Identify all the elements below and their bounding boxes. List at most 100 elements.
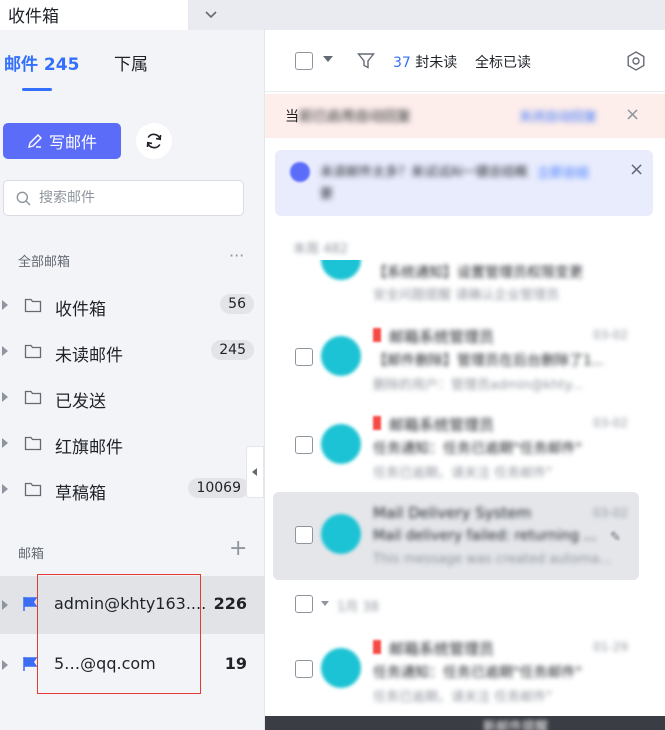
- group-header-month: 1月 38: [337, 600, 379, 615]
- expand-caret-icon[interactable]: [2, 392, 8, 402]
- mail-checkbox[interactable]: [295, 436, 313, 454]
- mail-date: 03-02: [593, 328, 628, 342]
- caret-left-icon: [252, 468, 257, 476]
- mail-item[interactable]: Mail Delivery System 03-02 Mail delivery…: [273, 492, 639, 580]
- ai-banner-text: 未读邮件太多？来试试AI一键总结概要: [320, 165, 528, 202]
- tab-subordinate[interactable]: 下属: [114, 50, 148, 75]
- bottom-taskbar-strip: 新邮件提醒: [265, 716, 665, 730]
- folder-name: 已发送: [55, 392, 106, 412]
- select-all-checkbox[interactable]: [295, 52, 313, 70]
- flag-icon: [23, 597, 38, 611]
- mail-preview: 删除的用户：管理员admin@khty...: [373, 378, 583, 393]
- group-checkbox[interactable]: [295, 595, 313, 613]
- mail-date: 01-29: [593, 640, 628, 654]
- folder-unread[interactable]: 未读邮件 245: [0, 332, 265, 372]
- expand-caret-icon[interactable]: [2, 484, 8, 494]
- folder-count-badge: 56: [220, 294, 254, 314]
- mail-date: 03-02: [593, 416, 628, 430]
- notice-blurred-text: 前已启用自动回复: [299, 109, 411, 125]
- mail-subject: Mail delivery failed: returning ...: [373, 528, 597, 544]
- notice-prefix: 当: [285, 109, 299, 125]
- avatar: [321, 514, 361, 554]
- close-icon[interactable]: ×: [629, 159, 644, 180]
- ai-summary-banner: 未读邮件太多？来试试AI一键总结概要 立即总结 ×: [275, 150, 653, 216]
- chevron-down-icon[interactable]: [202, 5, 220, 23]
- mail-sender: Mail Delivery System: [373, 504, 532, 522]
- mail-subject: 任务通知：任务已逾期"任务邮件": [373, 665, 582, 681]
- folder-icon: [24, 298, 42, 313]
- compose-button[interactable]: 写邮件: [3, 123, 121, 159]
- close-icon[interactable]: ×: [625, 104, 640, 125]
- folder-name: 草稿箱: [55, 484, 106, 504]
- group-collapse-icon[interactable]: [321, 601, 329, 606]
- important-flag-icon: [373, 328, 381, 342]
- folder-count-badge: 10069: [188, 478, 249, 498]
- expand-caret-icon[interactable]: [2, 438, 8, 448]
- sidebar-tabs: 邮件 245 下属: [0, 50, 265, 90]
- avatar: [321, 336, 361, 376]
- tab-inbox[interactable]: 收件箱: [0, 0, 188, 30]
- tab-mail[interactable]: 邮件 245: [4, 50, 79, 75]
- mail-toolbar: 37 封未读 全标已读: [265, 30, 665, 92]
- folder-flagged[interactable]: 红旗邮件: [0, 424, 265, 464]
- account-item-qq[interactable]: 5…@qq.com 19: [0, 636, 265, 694]
- settings-icon[interactable]: [625, 50, 647, 72]
- window-tabstrip: 收件箱: [0, 0, 665, 30]
- mark-all-read-button[interactable]: 全标已读: [475, 52, 531, 72]
- mail-preview: This message was created automa...: [373, 552, 612, 567]
- mail-subject: 任务通知：任务已逾期"任务邮件": [373, 441, 582, 457]
- flag-icon: [23, 657, 38, 671]
- ai-summary-link[interactable]: 立即总结: [537, 162, 589, 181]
- add-account-icon[interactable]: +: [229, 536, 247, 561]
- group-header-week: 本周 482: [293, 242, 348, 257]
- mail-preview: 任务已逾期，请关注 任务邮件": [373, 690, 553, 705]
- ai-icon: [290, 162, 310, 182]
- mail-item[interactable]: 邮箱系统管理员 03-02 【邮件删除】管理员在后台删除了1... 删除的用户：…: [273, 314, 639, 402]
- mail-checkbox[interactable]: [295, 660, 313, 678]
- more-options-icon[interactable]: ···: [229, 246, 244, 265]
- filter-icon[interactable]: [357, 52, 375, 70]
- pin-icon[interactable]: ✎: [610, 530, 621, 545]
- mail-checkbox[interactable]: [295, 348, 313, 366]
- refresh-button[interactable]: [136, 123, 172, 159]
- account-unread-count: 226: [213, 594, 247, 613]
- folder-icon: [24, 482, 42, 497]
- sidebar: 邮件 245 下属 写邮件 全部邮箱 ··· 收件箱 56: [0, 30, 265, 730]
- folder-name: 未读邮件: [55, 346, 123, 366]
- notice-link[interactable]: 关闭自动回复: [519, 106, 597, 125]
- avatar: [321, 424, 361, 464]
- mail-item[interactable]: 邮箱系统管理员 01-29 任务通知：任务已逾期"任务邮件" 任务已逾期，请关注…: [273, 626, 639, 714]
- expand-caret-icon[interactable]: [2, 600, 8, 610]
- folder-count-badge: 245: [211, 340, 254, 360]
- select-dropdown-icon[interactable]: [323, 56, 333, 62]
- expand-caret-icon[interactable]: [2, 660, 8, 670]
- search-input[interactable]: [39, 190, 219, 206]
- folder-sent[interactable]: 已发送: [0, 378, 265, 418]
- folder-name: 红旗邮件: [55, 438, 123, 458]
- folder-inbox[interactable]: 收件箱 56: [0, 286, 265, 326]
- mail-checkbox[interactable]: [295, 526, 313, 544]
- search-box[interactable]: [3, 180, 244, 216]
- account-item-admin[interactable]: admin@khty163.... 226: [0, 576, 265, 634]
- account-address: admin@khty163....: [54, 594, 207, 613]
- account-unread-count: 19: [224, 654, 247, 673]
- important-flag-icon: [373, 640, 381, 654]
- mail-sender: 邮箱系统管理员: [389, 328, 495, 346]
- expand-caret-icon[interactable]: [2, 346, 8, 356]
- pencil-icon: [28, 134, 42, 148]
- mail-item[interactable]: 邮箱系统管理员 03-02 任务通知：任务已逾期"任务邮件" 任务已逾期，请关注…: [273, 402, 639, 490]
- folder-icon: [24, 344, 42, 359]
- refresh-icon: [146, 133, 162, 149]
- mail-item-partial[interactable]: 【系统通知】设置管理员权限变更 安全问题提醒 请确认企业管理员: [273, 260, 639, 308]
- search-icon: [16, 191, 31, 205]
- unread-summary: 37 封未读: [393, 52, 457, 72]
- mail-subject: 【系统通知】设置管理员权限变更: [373, 265, 583, 281]
- sidebar-collapse-handle[interactable]: [246, 446, 264, 498]
- notice-text: 当前已启用自动回复: [285, 106, 411, 126]
- folder-name: 收件箱: [55, 300, 106, 320]
- expand-caret-icon[interactable]: [2, 300, 8, 310]
- folder-drafts[interactable]: 草稿箱 10069: [0, 470, 265, 510]
- accounts-title: 邮箱: [18, 547, 45, 562]
- important-flag-icon: [373, 416, 381, 430]
- mail-subject: 【邮件删除】管理员在后台删除了1...: [373, 353, 603, 369]
